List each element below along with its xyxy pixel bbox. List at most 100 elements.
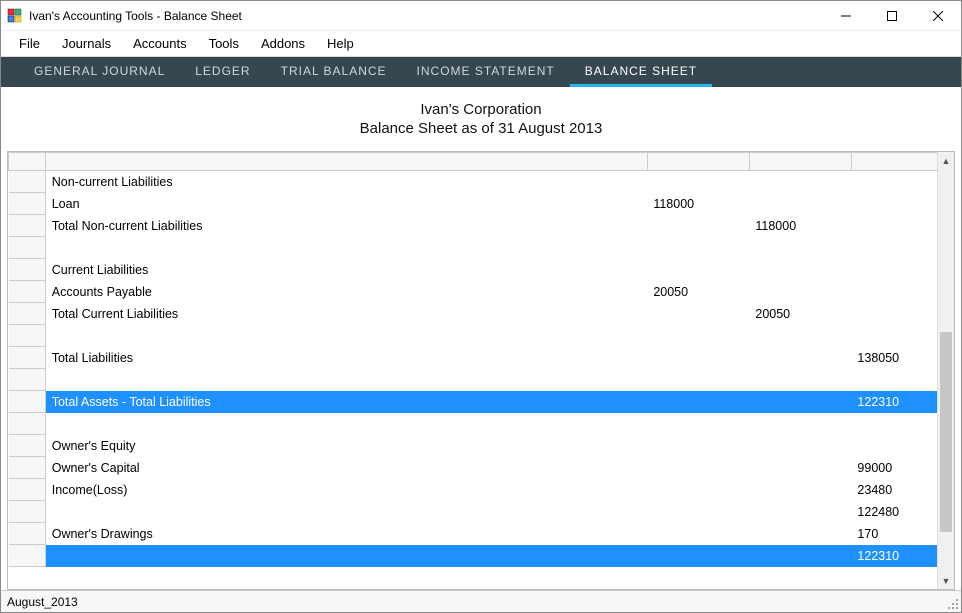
cell-value[interactable] [647, 369, 749, 391]
cell-label[interactable] [45, 325, 647, 347]
cell-value[interactable] [647, 237, 749, 259]
row-header[interactable] [9, 325, 46, 347]
row-header[interactable] [9, 303, 46, 325]
row-header[interactable] [9, 435, 46, 457]
menu-journals[interactable]: Journals [52, 33, 121, 54]
row-header[interactable] [9, 215, 46, 237]
row-header[interactable] [9, 171, 46, 193]
cell-value[interactable] [749, 369, 851, 391]
menu-accounts[interactable]: Accounts [123, 33, 196, 54]
column-header[interactable] [647, 153, 749, 171]
tab-income-statement[interactable]: INCOME STATEMENT [402, 57, 570, 87]
cell-label[interactable]: Owner's Capital [45, 457, 647, 479]
cell-label[interactable]: Accounts Payable [45, 281, 647, 303]
cell-value[interactable] [647, 413, 749, 435]
row-header[interactable] [9, 391, 46, 413]
table-row[interactable]: 122310 [9, 545, 954, 567]
cell-value[interactable] [749, 501, 851, 523]
cell-value[interactable]: 20050 [749, 303, 851, 325]
cell-value[interactable] [647, 435, 749, 457]
cell-label[interactable] [45, 237, 647, 259]
cell-label[interactable] [45, 545, 647, 567]
cell-value[interactable] [749, 523, 851, 545]
cell-label[interactable] [45, 369, 647, 391]
maximize-button[interactable] [869, 1, 915, 31]
table-row[interactable]: Total Assets - Total Liabilities122310 [9, 391, 954, 413]
table-row[interactable]: Total Current Liabilities 20050 [9, 303, 954, 325]
cell-value[interactable] [749, 545, 851, 567]
cell-value[interactable] [647, 303, 749, 325]
cell-value[interactable] [749, 479, 851, 501]
table-row[interactable]: Current Liabilities [9, 259, 954, 281]
cell-value[interactable] [647, 523, 749, 545]
scroll-down-arrow[interactable]: ▼ [938, 572, 954, 589]
row-header[interactable] [9, 259, 46, 281]
table-row[interactable] [9, 413, 954, 435]
cell-value[interactable] [647, 325, 749, 347]
table-row[interactable] [9, 369, 954, 391]
cell-value[interactable] [647, 171, 749, 193]
tab-trial-balance[interactable]: TRIAL BALANCE [266, 57, 402, 87]
cell-value[interactable] [749, 391, 851, 413]
cell-value[interactable]: 20050 [647, 281, 749, 303]
column-header[interactable] [749, 153, 851, 171]
cell-label[interactable]: Total Current Liabilities [45, 303, 647, 325]
column-header[interactable] [45, 153, 647, 171]
cell-label[interactable]: Income(Loss) [45, 479, 647, 501]
table-row[interactable]: Owner's Drawings170 [9, 523, 954, 545]
cell-value[interactable] [749, 413, 851, 435]
cell-label[interactable]: Total Assets - Total Liabilities [45, 391, 647, 413]
row-header[interactable] [9, 457, 46, 479]
cell-value[interactable]: 118000 [749, 215, 851, 237]
cell-value[interactable] [647, 259, 749, 281]
cell-label[interactable] [45, 501, 647, 523]
row-header[interactable] [9, 523, 46, 545]
cell-value[interactable] [749, 171, 851, 193]
table-row[interactable]: Owner's Capital99000 [9, 457, 954, 479]
menu-addons[interactable]: Addons [251, 33, 315, 54]
table-row[interactable]: Total Liabilities138050 [9, 347, 954, 369]
cell-value[interactable] [749, 435, 851, 457]
menu-tools[interactable]: Tools [199, 33, 249, 54]
cell-value[interactable] [647, 457, 749, 479]
tab-ledger[interactable]: LEDGER [180, 57, 265, 87]
row-header[interactable] [9, 193, 46, 215]
cell-label[interactable]: Total Non-current Liabilities [45, 215, 647, 237]
cell-label[interactable]: Owner's Equity [45, 435, 647, 457]
cell-value[interactable] [749, 325, 851, 347]
table-row[interactable]: 122480 [9, 501, 954, 523]
tab-general-journal[interactable]: GENERAL JOURNAL [19, 57, 180, 87]
cell-value[interactable] [647, 479, 749, 501]
cell-label[interactable]: Non-current Liabilities [45, 171, 647, 193]
cell-value[interactable]: 118000 [647, 193, 749, 215]
row-header[interactable] [9, 237, 46, 259]
minimize-button[interactable] [823, 1, 869, 31]
table-row[interactable]: Total Non-current Liabilities 118000 [9, 215, 954, 237]
table-row[interactable]: Loan118000 [9, 193, 954, 215]
row-header[interactable] [9, 501, 46, 523]
cell-value[interactable] [647, 347, 749, 369]
cell-value[interactable] [749, 281, 851, 303]
cell-value[interactable] [749, 457, 851, 479]
cell-value[interactable] [647, 545, 749, 567]
resize-grip[interactable] [947, 598, 959, 610]
scroll-thumb[interactable] [940, 332, 952, 532]
row-header[interactable] [9, 479, 46, 501]
cell-label[interactable] [45, 413, 647, 435]
cell-label[interactable]: Owner's Drawings [45, 523, 647, 545]
cell-value[interactable] [647, 391, 749, 413]
tab-balance-sheet[interactable]: BALANCE SHEET [570, 57, 712, 87]
close-button[interactable] [915, 1, 961, 31]
row-header[interactable] [9, 281, 46, 303]
vertical-scrollbar[interactable]: ▲ ▼ [937, 152, 954, 589]
table-row[interactable]: Owner's Equity [9, 435, 954, 457]
menu-help[interactable]: Help [317, 33, 364, 54]
row-header[interactable] [9, 347, 46, 369]
column-header[interactable] [9, 153, 46, 171]
row-header[interactable] [9, 369, 46, 391]
cell-value[interactable] [749, 347, 851, 369]
cell-label[interactable]: Loan [45, 193, 647, 215]
table-row[interactable]: Income(Loss)23480 [9, 479, 954, 501]
table-row[interactable] [9, 237, 954, 259]
cell-value[interactable] [749, 237, 851, 259]
